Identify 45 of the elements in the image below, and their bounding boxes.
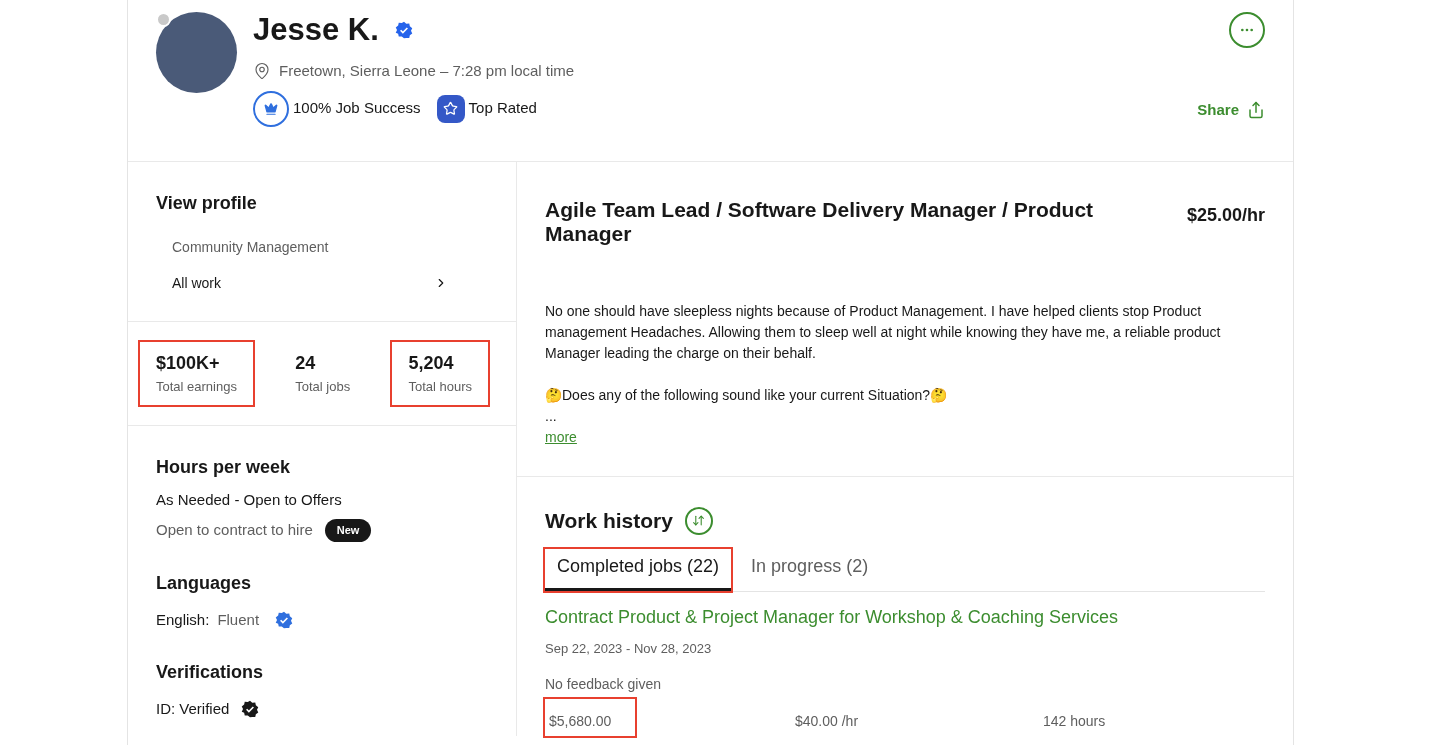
stat-label: Total earnings [156,378,237,396]
history-tab[interactable]: Completed jobs (22) [545,548,732,591]
hours-value: As Needed - Open to Offers [156,489,343,510]
profile-name: Jesse K. [253,10,379,49]
new-badge: New [324,519,372,542]
section-heading: Work history [545,508,673,534]
stat-value: $100K+ [156,352,221,375]
profile-link[interactable]: All work [156,265,488,301]
job-dates: Sep 22, 2023 - Nov 28, 2023 [545,639,713,658]
profile-link[interactable]: Community Management [156,229,488,265]
stat-value: 24 [295,352,317,375]
description-text: 🤔Does any of the following sound like your current Situation?🤔 [545,386,949,405]
job-title-link[interactable]: Contract Product & Project Manager for Workshop & Coaching Services [545,603,1265,631]
history-tab[interactable]: In progress (2) [739,548,881,591]
badge-label: Top Rated [468,98,537,119]
job-hours: 142 hours [1043,712,1106,731]
job-amount: $5,680.00 [545,699,636,736]
share-icon [1247,100,1265,119]
sort-button[interactable] [684,506,713,535]
verification-text: ID: Verified [156,699,230,719]
section-heading: Languages [156,571,253,595]
location-pin-icon [253,62,271,81]
location-text: Freetown, Sierra Leone – 7:28 pm local time [279,61,575,81]
profile-title: Agile Team Lead / Software Delivery Manager / Product Manager [545,198,1095,246]
more-options-button[interactable] [1229,12,1265,48]
badge-label: 100% Job Success [293,98,421,119]
section-heading: Hours per week [156,455,292,479]
crown-icon [253,90,289,127]
job-feedback: No feedback given [545,675,662,694]
sort-arrows-icon [692,514,706,528]
job-rate: $40.00 /hr [795,712,860,731]
hourly-rate: $25.00/hr [1186,204,1265,227]
language-name: English: [156,609,210,630]
language-level: Fluent [217,609,260,630]
stat-value: 5,204 [408,352,455,375]
share-button[interactable]: Share [1197,98,1265,121]
section-heading: Verifications [156,661,265,684]
section-heading: View profile [156,192,258,215]
description-text: No one should have sleepless nights because of Product Management. I have helped clients stop Product management Headaches. Allowing them to sleep well at night while knowing they have me, a reliable product Manager leading the charge on their behalf. [545,302,1222,363]
stat-label: Total hours [408,378,472,396]
contract-text: Open to contract to hire [156,520,313,540]
description-text: ... [545,407,558,426]
more-link[interactable]: more [545,427,577,448]
stat-label: Total jobs [295,378,351,396]
star-badge-icon [436,94,465,123]
